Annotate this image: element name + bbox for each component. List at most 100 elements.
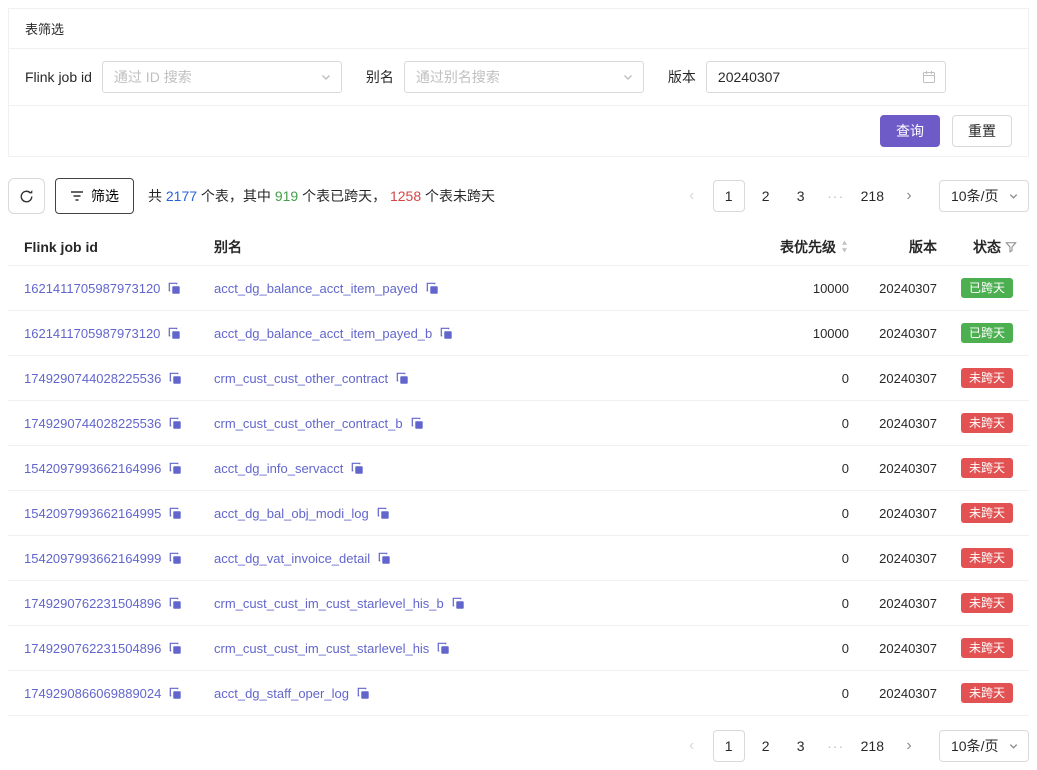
cell-version: 20240307 [849, 686, 937, 701]
copy-icon[interactable] [169, 372, 182, 385]
data-table: Flink job id 别名 表优先级 版本 状态 1621411705987… [8, 228, 1029, 716]
filter-toggle-button[interactable]: 筛选 [55, 178, 134, 214]
flink-job-id-link[interactable]: 1542097993662164999 [24, 551, 161, 566]
col-status[interactable]: 状态 [937, 237, 1029, 257]
copy-icon[interactable] [169, 462, 182, 475]
cell-alias: crm_cust_cust_other_contract [198, 371, 757, 386]
version-input[interactable] [706, 61, 946, 93]
cell-alias: crm_cust_cust_im_cust_starlevel_his [198, 641, 757, 656]
sorter-icon[interactable] [840, 239, 849, 254]
flink-job-id-link[interactable]: 1749290762231504896 [24, 596, 161, 611]
flink-job-id-link[interactable]: 1542097993662164996 [24, 461, 161, 476]
flink-job-id-link[interactable]: 1621411705987973120 [24, 326, 160, 341]
filter-actions-row: 查询 重置 [9, 106, 1028, 156]
copy-icon[interactable] [437, 642, 450, 655]
alias-input[interactable] [404, 61, 644, 93]
flink-job-id-input[interactable] [102, 61, 342, 93]
flink-job-id-link[interactable]: 1749290744028225536 [24, 371, 161, 386]
table-row: 1621411705987973120 acct_dg_balance_acct… [8, 311, 1029, 356]
copy-icon[interactable] [396, 372, 409, 385]
alias-link[interactable]: acct_dg_info_servacct [214, 461, 343, 476]
query-button[interactable]: 查询 [880, 115, 940, 147]
copy-icon[interactable] [426, 282, 439, 295]
filter-card-title: 表筛选 [9, 9, 1028, 49]
cell-flink-job-id: 1749290762231504896 [8, 641, 198, 656]
table-row: 1749290762231504896 crm_cust_cust_im_cus… [8, 581, 1029, 626]
col-priority[interactable]: 表优先级 [757, 237, 849, 257]
alias-link[interactable]: crm_cust_cust_other_contract_b [214, 416, 403, 431]
reset-button[interactable]: 重置 [952, 115, 1012, 147]
cell-priority: 0 [757, 596, 849, 611]
summary-text: 共 2177 个表，其中 919 个表已跨天， 1258 个表未跨天 [148, 186, 495, 206]
page-ellipsis[interactable]: ··· [822, 730, 850, 762]
copy-icon[interactable] [169, 417, 182, 430]
flink-job-id-field: Flink job id [25, 61, 342, 93]
table-row: 1749290744028225536 crm_cust_cust_other_… [8, 401, 1029, 446]
page-1[interactable]: 1 [713, 180, 745, 212]
page-size-select[interactable]: 10条/页 [939, 730, 1029, 762]
prev-page-button[interactable]: ‹ [678, 180, 706, 212]
flink-job-id-link[interactable]: 1749290762231504896 [24, 641, 161, 656]
cell-alias: acct_dg_staff_oper_log [198, 686, 757, 701]
cell-version: 20240307 [849, 461, 937, 476]
copy-icon[interactable] [169, 642, 182, 655]
alias-link[interactable]: acct_dg_balance_acct_item_payed [214, 281, 418, 296]
alias-link[interactable]: acct_dg_vat_invoice_detail [214, 551, 370, 566]
copy-icon[interactable] [169, 552, 182, 565]
alias-link[interactable]: acct_dg_staff_oper_log [214, 686, 349, 701]
page-1[interactable]: 1 [713, 730, 745, 762]
alias-link[interactable]: acct_dg_bal_obj_modi_log [214, 506, 369, 521]
table-row: 1621411705987973120 acct_dg_balance_acct… [8, 266, 1029, 311]
copy-icon[interactable] [452, 597, 465, 610]
page-ellipsis[interactable]: ··· [822, 180, 850, 212]
copy-icon[interactable] [377, 507, 390, 520]
refresh-button[interactable] [8, 178, 45, 214]
page-3[interactable]: 3 [787, 180, 815, 212]
cell-status: 未跨天 [937, 683, 1029, 703]
page-218[interactable]: 218 [857, 730, 888, 762]
alias-link[interactable]: crm_cust_cust_im_cust_starlevel_his [214, 641, 429, 656]
flink-job-id-link[interactable]: 1749290866069889024 [24, 686, 161, 701]
page-size-select[interactable]: 10条/页 [939, 180, 1029, 212]
page-2[interactable]: 2 [752, 180, 780, 212]
summary-seg1: 共 [148, 188, 166, 204]
alias-link[interactable]: crm_cust_cust_im_cust_starlevel_his_b [214, 596, 444, 611]
col-flink-job-id: Flink job id [8, 239, 198, 255]
cell-flink-job-id: 1621411705987973120 [8, 281, 198, 296]
copy-icon[interactable] [357, 687, 370, 700]
copy-icon[interactable] [168, 282, 181, 295]
cell-priority: 0 [757, 416, 849, 431]
copy-icon[interactable] [440, 327, 453, 340]
copy-icon[interactable] [169, 597, 182, 610]
chevron-down-icon [622, 71, 634, 83]
column-filter-funnel-icon[interactable] [1005, 241, 1017, 253]
copy-icon[interactable] [411, 417, 424, 430]
alias-select[interactable] [404, 61, 644, 93]
flink-job-id-link[interactable]: 1542097993662164995 [24, 506, 161, 521]
chevron-down-icon [1008, 191, 1019, 202]
flink-job-id-select[interactable] [102, 61, 342, 93]
copy-icon[interactable] [378, 552, 391, 565]
flink-job-id-link[interactable]: 1749290744028225536 [24, 416, 161, 431]
cell-flink-job-id: 1542097993662164999 [8, 551, 198, 566]
cell-status: 未跨天 [937, 413, 1029, 433]
copy-icon[interactable] [169, 687, 182, 700]
alias-link[interactable]: crm_cust_cust_other_contract [214, 371, 388, 386]
copy-icon[interactable] [169, 507, 182, 520]
page-3[interactable]: 3 [787, 730, 815, 762]
flink-job-id-label: Flink job id [25, 69, 92, 85]
next-page-button[interactable]: › [895, 730, 923, 762]
page-218[interactable]: 218 [857, 180, 888, 212]
copy-icon[interactable] [168, 327, 181, 340]
flink-job-id-link[interactable]: 1621411705987973120 [24, 281, 160, 296]
cell-version: 20240307 [849, 551, 937, 566]
alias-link[interactable]: acct_dg_balance_acct_item_payed_b [214, 326, 432, 341]
version-date-picker[interactable] [706, 61, 946, 93]
page-2[interactable]: 2 [752, 730, 780, 762]
prev-page-button[interactable]: ‹ [678, 730, 706, 762]
filter-lines-icon [70, 189, 84, 203]
next-page-button[interactable]: › [895, 180, 923, 212]
cell-alias: acct_dg_bal_obj_modi_log [198, 506, 757, 521]
copy-icon[interactable] [351, 462, 364, 475]
cell-status: 已跨天 [937, 278, 1029, 298]
